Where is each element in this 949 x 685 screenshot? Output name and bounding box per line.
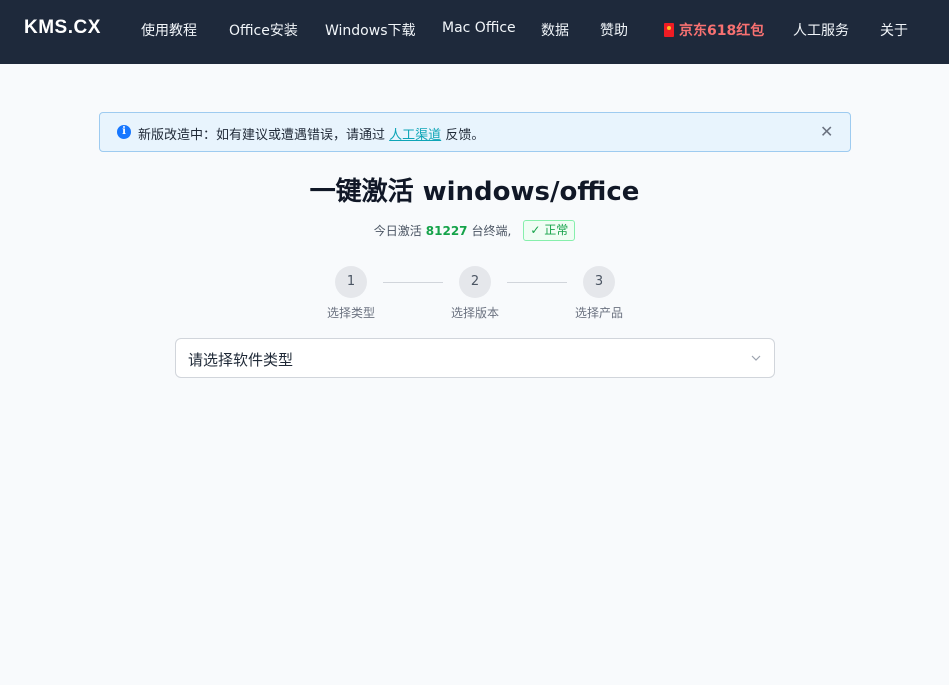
info-alert: i 新版改造中：如有建议或遭遇错误，请通过 人工渠道 反馈。 ✕ (99, 112, 851, 152)
alert-prefix: 新版改造中：如有建议或遭遇错误，请通过 (138, 128, 386, 143)
step-label: 选择版本 (450, 306, 499, 320)
alert-link[interactable]: 人工渠道 (389, 128, 441, 143)
status-suffix: 台终端, (471, 224, 512, 238)
nav-item-about[interactable]: 关于 (880, 20, 908, 40)
step-2: 2 选择版本 (435, 266, 515, 321)
step-3: 3 选择产品 (559, 266, 639, 321)
red-envelope-icon (664, 23, 674, 37)
step-label: 选择产品 (574, 306, 623, 320)
nav-item-sponsor[interactable]: 赞助 (600, 20, 628, 40)
nav-item-jd-promo[interactable]: 京东618红包 (664, 20, 764, 40)
step-number: 3 (583, 266, 615, 298)
step-1: 1 选择类型 (311, 266, 391, 321)
step-number: 2 (459, 266, 491, 298)
site-logo[interactable]: KMS.CX (24, 17, 101, 39)
nav-item-data[interactable]: 数据 (541, 20, 569, 40)
promo-label: 京东618红包 (679, 23, 765, 39)
software-type-select[interactable]: 请选择软件类型 (175, 338, 775, 378)
step-number: 1 (335, 266, 367, 298)
top-navbar: KMS.CX 使用教程 Office安装 Windows下载 Mac Offic… (0, 0, 949, 64)
select-placeholder: 请选择软件类型 (188, 351, 294, 369)
step-connector (507, 282, 567, 283)
info-icon: i (117, 125, 131, 139)
alert-suffix: 反馈。 (445, 128, 485, 143)
activation-status: 今日激活 81227 台终端, ✓ 正常 (0, 220, 949, 241)
nav-item-mac-office[interactable]: Mac Office (442, 20, 516, 36)
step-label: 选择类型 (326, 306, 375, 320)
status-badge: ✓ 正常 (523, 220, 576, 241)
nav-item-human-service[interactable]: 人工服务 (793, 20, 849, 40)
activation-count: 81227 (425, 223, 468, 238)
nav-item-windows-download[interactable]: Windows下载 (325, 20, 416, 40)
step-connector (383, 282, 443, 283)
status-prefix: 今日激活 (373, 224, 422, 238)
nav-item-office-install[interactable]: Office安装 (229, 20, 298, 40)
nav-item-tutorial[interactable]: 使用教程 (141, 20, 197, 40)
alert-message: 新版改造中：如有建议或遭遇错误，请通过 人工渠道 反馈。 (138, 124, 484, 143)
close-icon[interactable]: ✕ (820, 123, 834, 141)
chevron-down-icon (751, 355, 761, 361)
page-title: 一键激活 windows/office (309, 177, 640, 207)
